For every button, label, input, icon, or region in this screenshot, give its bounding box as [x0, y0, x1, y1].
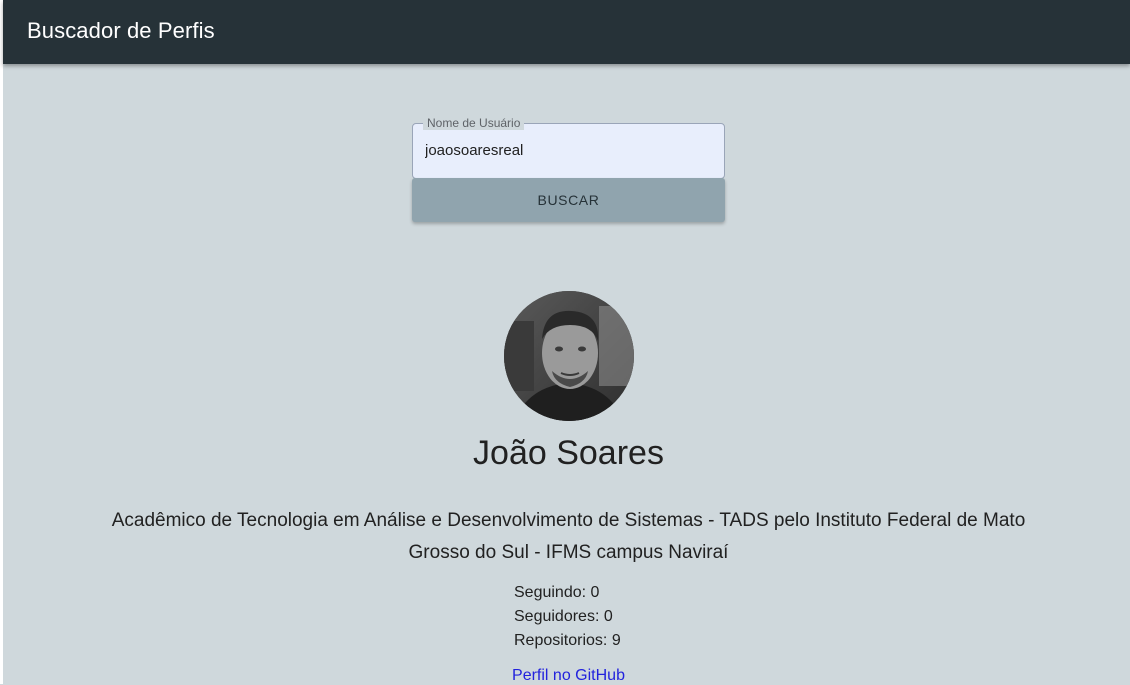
stat-following: Seguindo: 0	[514, 581, 621, 605]
stat-followers: Seguidores: 0	[514, 605, 621, 629]
stat-following-value: 0	[590, 584, 600, 601]
avatar	[504, 291, 634, 421]
stat-repositories-label: Repositorios:	[514, 632, 608, 649]
username-field[interactable]: Nome de Usuário	[412, 116, 725, 179]
username-field-label: Nome de Usuário	[423, 116, 525, 130]
stat-repositories-value: 9	[611, 632, 621, 649]
profile-name: João Soares	[473, 434, 664, 472]
stat-following-label: Seguindo:	[514, 584, 587, 601]
avatar-photo	[504, 291, 634, 421]
window-edge	[0, 0, 3, 684]
profile-stats: Seguindo: 0 Seguidores: 0 Repositorios: …	[514, 581, 621, 653]
app-bar: Buscador de Perfis	[3, 0, 1130, 64]
username-input[interactable]	[425, 142, 715, 159]
stat-followers-label: Seguidores:	[514, 608, 600, 625]
search-button[interactable]: BUSCAR	[412, 178, 725, 222]
stat-repositories: Repositorios: 9	[514, 629, 621, 653]
github-profile-link[interactable]: Perfil no GitHub	[0, 667, 1130, 685]
stat-followers-value: 0	[603, 608, 613, 625]
profile-bio: Acadêmico de Tecnologia em Análise e Des…	[111, 510, 1026, 563]
app-title: Buscador de Perfis	[27, 18, 215, 43]
